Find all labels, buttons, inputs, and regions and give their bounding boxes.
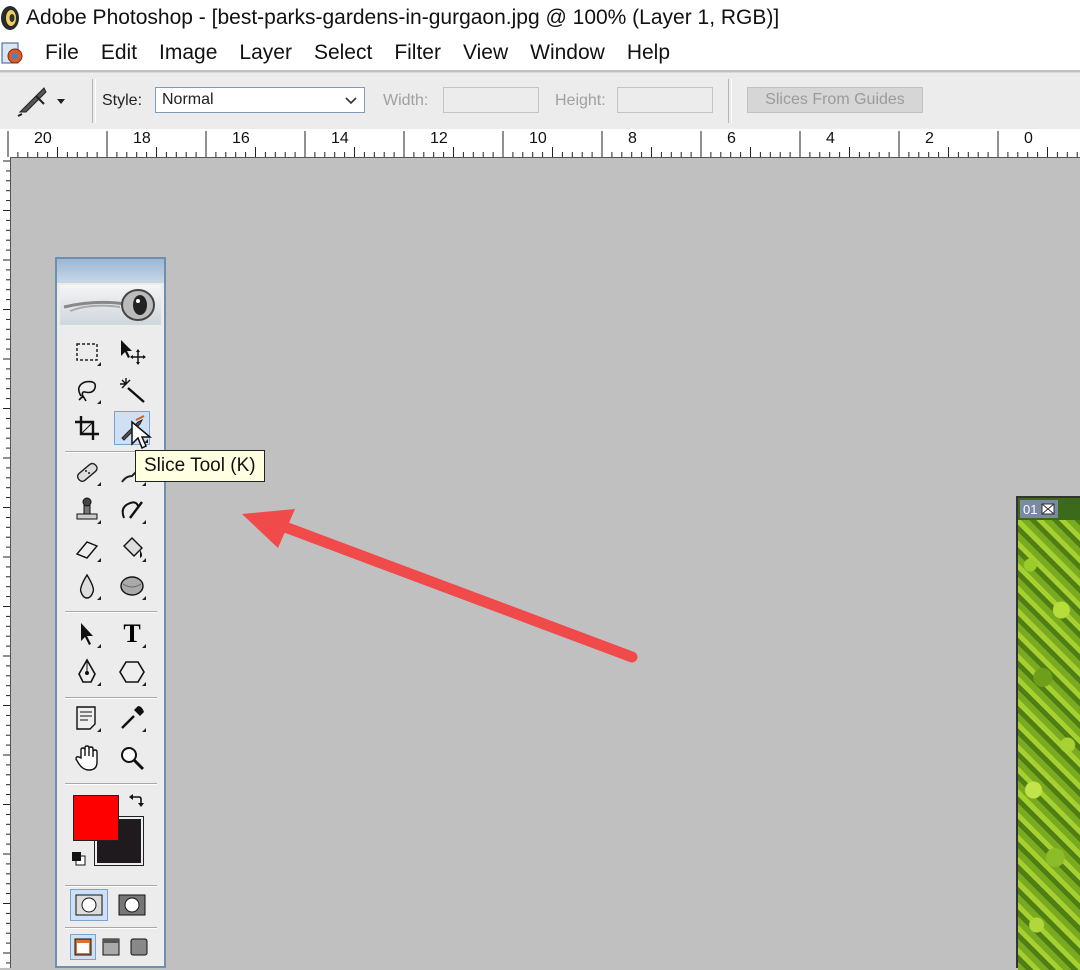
toolbox-title-bar[interactable] <box>57 259 164 283</box>
blur-tool-icon[interactable] <box>72 571 102 601</box>
lasso-tool-icon[interactable] <box>72 375 102 405</box>
toolbox-divider <box>65 783 157 785</box>
image-slice-icon <box>1041 503 1055 515</box>
notes-tool-icon[interactable] <box>72 703 102 733</box>
ruler-label: 4 <box>826 130 835 147</box>
magic-wand-tool-icon[interactable] <box>117 375 147 405</box>
vertical-ruler[interactable] <box>0 157 11 968</box>
slice-tool-icon <box>17 87 47 117</box>
height-input[interactable] <box>617 87 713 113</box>
options-divider <box>728 79 732 123</box>
full-screen-mode-button[interactable] <box>126 934 152 960</box>
standard-mode-button[interactable] <box>70 889 108 921</box>
menu-edit[interactable]: Edit <box>90 41 148 65</box>
chevron-down-icon <box>57 99 65 104</box>
crop-tool-icon[interactable] <box>72 413 102 443</box>
history-brush-tool-icon[interactable] <box>117 495 147 525</box>
type-tool-glyph: T <box>123 619 141 648</box>
healing-brush-tool-icon[interactable] <box>72 457 102 487</box>
ruler-label: 20 <box>34 130 52 147</box>
ruler-label: 10 <box>529 130 547 147</box>
toolbox-divider <box>65 697 157 699</box>
title-bar: Adobe Photoshop - [best-parks-gardens-in… <box>0 0 1080 36</box>
style-value: Normal <box>162 91 214 108</box>
quick-mask-mode-button[interactable] <box>113 889 151 921</box>
toolbox-divider <box>65 885 157 887</box>
ruler-label: 8 <box>628 130 637 147</box>
menu-view[interactable]: View <box>452 41 519 65</box>
slice-number: 01 <box>1023 501 1038 517</box>
options-bar: Style: Normal Width: Height: Slices From… <box>0 72 1080 130</box>
ruler-label: 2 <box>925 130 934 147</box>
slices-from-guides-button[interactable]: Slices From Guides <box>747 87 923 113</box>
eye-feather-logo-icon <box>63 289 155 321</box>
photoshop-logo[interactable] <box>60 285 161 325</box>
paint-bucket-tool-icon[interactable] <box>117 533 147 563</box>
menu-select[interactable]: Select <box>303 41 383 65</box>
type-tool-icon[interactable]: T <box>117 619 147 649</box>
ruler-label: 12 <box>430 130 448 147</box>
standard-screen-mode-button[interactable] <box>70 934 96 960</box>
screen-mode-icon <box>130 938 148 956</box>
menu-window[interactable]: Window <box>519 41 616 65</box>
mouse-cursor-icon <box>131 420 153 450</box>
slice-badge: 01 <box>1020 500 1059 518</box>
slice-tool-tooltip: Slice Tool (K) <box>135 450 265 482</box>
screen-mode-icon <box>74 938 92 956</box>
standard-mode-icon <box>75 894 103 916</box>
toolbox-divider <box>65 611 157 613</box>
document-icon[interactable] <box>0 40 26 66</box>
menu-file[interactable]: File <box>34 41 90 65</box>
ruler-label: 6 <box>727 130 736 147</box>
quick-mask-icon <box>118 894 146 916</box>
foreground-color-swatch[interactable] <box>73 795 119 841</box>
ruler-label: 18 <box>133 130 151 147</box>
toolbox-divider <box>65 927 157 929</box>
ruler-label: 14 <box>331 130 349 147</box>
width-label: Width: <box>383 92 429 109</box>
ruler-label: 0 <box>1024 130 1033 147</box>
move-tool-icon[interactable] <box>117 337 147 367</box>
menu-layer[interactable]: Layer <box>228 41 303 65</box>
pen-tool-icon[interactable] <box>72 657 102 687</box>
full-screen-menu-mode-button[interactable] <box>98 934 124 960</box>
swap-colors-icon[interactable] <box>127 793 145 811</box>
horizontal-ruler[interactable]: 20 18 16 14 12 10 8 6 4 2 0 <box>0 129 1080 158</box>
height-label: Height: <box>555 92 606 109</box>
style-label: Style: <box>102 92 143 109</box>
park-image[interactable] <box>1018 520 1080 970</box>
document-window[interactable]: 01 <box>1016 496 1080 970</box>
style-select[interactable]: Normal <box>155 87 365 113</box>
screen-mode-icon <box>102 938 120 956</box>
path-selection-tool-icon[interactable] <box>72 619 102 649</box>
hand-tool-icon[interactable] <box>72 743 102 773</box>
eyedropper-tool-icon[interactable] <box>117 703 147 733</box>
menu-help[interactable]: Help <box>616 41 681 65</box>
options-divider <box>92 79 96 123</box>
clone-stamp-tool-icon[interactable] <box>72 495 102 525</box>
ruler-label: 16 <box>232 130 250 147</box>
menu-filter[interactable]: Filter <box>383 41 452 65</box>
default-colors-icon[interactable] <box>71 851 87 867</box>
menu-image[interactable]: Image <box>148 41 228 65</box>
window-title: Adobe Photoshop - [best-parks-gardens-in… <box>26 6 780 29</box>
zoom-tool-icon[interactable] <box>117 743 147 773</box>
photoshop-app-icon[interactable] <box>0 5 20 31</box>
shape-tool-icon[interactable] <box>117 657 147 687</box>
width-input[interactable] <box>443 87 539 113</box>
dodge-tool-icon[interactable] <box>117 571 147 601</box>
tool-preset-picker[interactable] <box>14 83 80 119</box>
menu-bar: File Edit Image Layer Select Filter View… <box>0 36 1080 70</box>
toolbox-panel[interactable]: T <box>55 257 166 968</box>
ruler-ticks <box>3 160 10 964</box>
chevron-down-icon <box>345 97 357 105</box>
rectangular-marquee-tool-icon[interactable] <box>72 337 102 367</box>
eraser-tool-icon[interactable] <box>72 533 102 563</box>
